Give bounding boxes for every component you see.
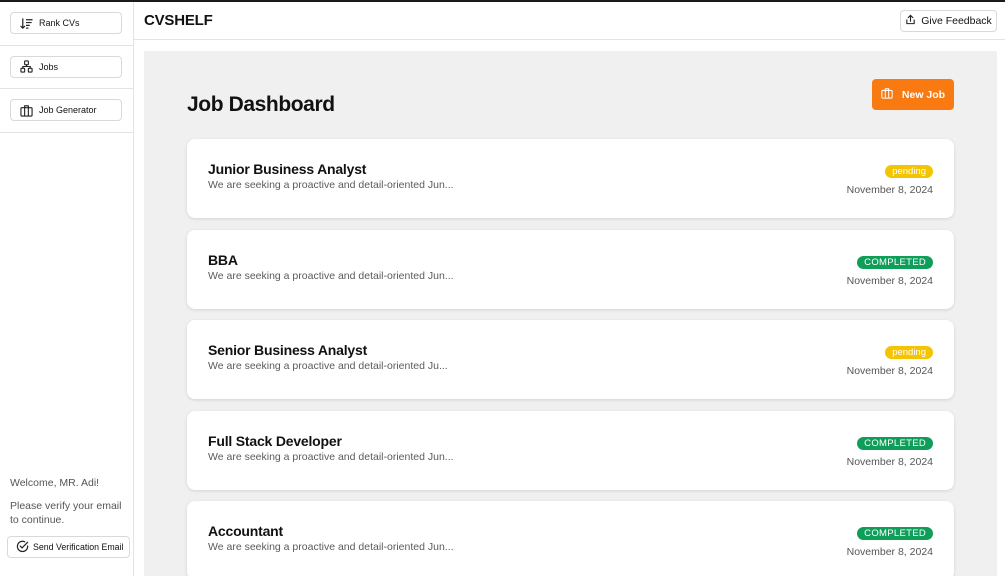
sidebar-item-rank-cvs[interactable]: Rank CVs (10, 12, 122, 34)
give-feedback-button[interactable]: Give Feedback (900, 10, 997, 32)
job-title: Senior Business Analyst (208, 342, 368, 358)
job-title: Junior Business Analyst (208, 161, 367, 177)
job-title: Full Stack Developer (208, 432, 342, 449)
status-badge: COMPLETED (857, 527, 933, 540)
status-badge: pending (885, 165, 933, 178)
job-date: November 8, 2024 (846, 274, 933, 287)
top-header: CVSHELF Give Feedback (134, 2, 1005, 40)
job-description: We are seeking a proactive and detail-or… (208, 541, 454, 553)
welcome-text: Welcome, MR. Adi! (10, 477, 100, 489)
sidebar-item-label: Jobs (39, 61, 59, 72)
sidebar-section-rank: Rank CVs (0, 2, 133, 46)
status-badge: COMPLETED (857, 436, 933, 450)
verify-email-notice: Please verify your email to continue. (10, 499, 124, 527)
job-date: November 8, 2024 (846, 365, 933, 377)
sidebar-item-label: Rank CVs (39, 18, 80, 28)
job-date: November 8, 2024 (846, 184, 933, 196)
job-card[interactable]: BBA We are seeking a proactive and detai… (187, 229, 954, 309)
status-badge: COMPLETED (857, 255, 933, 269)
sidebar-footer: Welcome, MR. Adi! Please verify your ema… (0, 477, 134, 576)
share-upload-icon (905, 14, 916, 28)
send-verification-button[interactable]: Send Verification Email (7, 536, 130, 558)
give-feedback-label: Give Feedback (921, 15, 992, 27)
job-card[interactable]: Senior Business Analyst We are seeking a… (187, 320, 954, 399)
job-description: We are seeking a proactive and detail-or… (208, 360, 448, 372)
job-card[interactable]: Junior Business Analyst We are seeking a… (187, 139, 954, 218)
job-description: We are seeking a proactive and detail-or… (208, 179, 454, 191)
check-circle-icon (16, 540, 29, 555)
job-description: We are seeking a proactive and detail-or… (208, 269, 454, 282)
verify-line-2: to continue. (10, 514, 65, 526)
new-job-label: New Job (901, 88, 946, 101)
page-title: Job Dashboard (187, 93, 335, 116)
sidebar-section-generator: Job Generator (0, 89, 133, 133)
sidebar-item-label: Job Generator (39, 105, 97, 115)
new-job-button[interactable]: New Job (872, 79, 954, 110)
briefcase-icon (881, 87, 893, 102)
job-description: We are seeking a proactive and detail-or… (208, 450, 454, 463)
hierarchy-icon (19, 60, 33, 74)
sort-descending-icon (19, 16, 33, 30)
sidebar-section-jobs: Jobs (0, 46, 133, 89)
job-title: Accountant (208, 523, 284, 539)
sidebar: Rank CVs Jobs Job Generator Welcome, MR.… (0, 2, 134, 576)
verify-line-1: Please verify your email (10, 500, 122, 512)
main-content: Job Dashboard New Job Junior Business An… (144, 51, 997, 576)
job-date: November 8, 2024 (846, 455, 933, 468)
job-list: Junior Business Analyst We are seeking a… (187, 139, 954, 576)
status-badge: pending (885, 346, 933, 359)
briefcase-icon (19, 103, 33, 117)
job-card[interactable]: Accountant We are seeking a proactive an… (187, 501, 954, 576)
sidebar-item-jobs[interactable]: Jobs (10, 55, 122, 78)
job-card[interactable]: Full Stack Developer We are seeking a pr… (187, 410, 954, 490)
send-verification-label: Send Verification Email (33, 542, 124, 552)
job-date: November 8, 2024 (846, 546, 933, 558)
job-title: BBA (208, 251, 238, 268)
brand-logo-text: CVSHELF (144, 12, 213, 29)
sidebar-item-job-generator[interactable]: Job Generator (10, 99, 122, 121)
